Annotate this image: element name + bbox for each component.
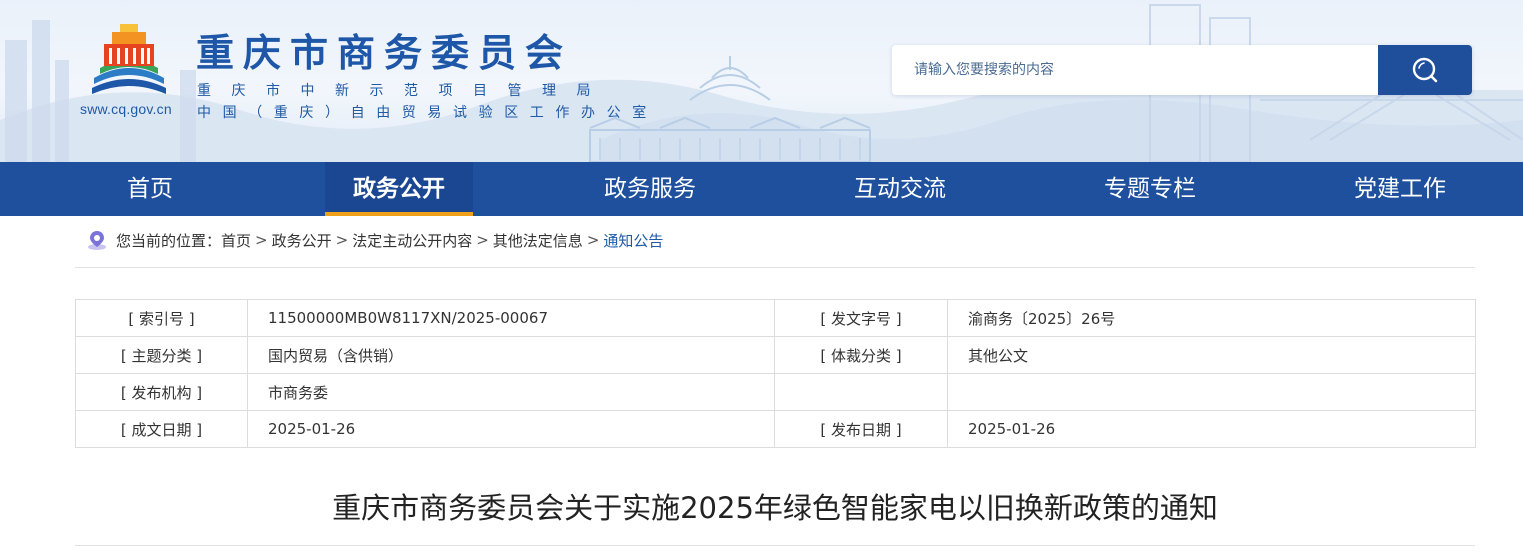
written-date-label: [ 成文日期 ] xyxy=(75,410,248,448)
nav-item-government-services[interactable]: 政务服务 xyxy=(550,162,750,216)
search-icon xyxy=(1412,57,1438,83)
breadcrumb-separator: > xyxy=(255,231,268,249)
issuing-agency-label: [ 发布机构 ] xyxy=(75,373,248,411)
nav-item-interaction[interactable]: 互动交流 xyxy=(800,162,1000,216)
breadcrumb-separator: > xyxy=(586,231,600,249)
table-row: [ 发布机构 ] 市商务委 xyxy=(75,373,1476,411)
breadcrumb-separator: > xyxy=(335,231,349,249)
site-url: sww.cq.gov.cn xyxy=(80,101,172,117)
empty-value-cell xyxy=(947,373,1476,411)
index-number-label: [ 索引号 ] xyxy=(75,299,248,337)
subject-category-label: [ 主题分类 ] xyxy=(75,336,248,374)
search-button[interactable] xyxy=(1378,45,1472,95)
breadcrumb-link-other-statutory-info[interactable]: 其他法定信息 xyxy=(493,230,583,251)
divider xyxy=(75,545,1475,546)
government-emblem-logo xyxy=(92,24,166,94)
location-pin-icon xyxy=(88,231,106,250)
search-input[interactable] xyxy=(892,45,1378,95)
breadcrumb-link-home[interactable]: 首页 xyxy=(221,230,251,251)
subject-category-value: 国内贸易（含供销） xyxy=(247,336,775,374)
site-subtitle-1: 重庆市中新示范项目管理局 xyxy=(197,83,611,99)
article-title: 重庆市商务委员会关于实施2025年绿色智能家电以旧换新政策的通知 xyxy=(332,491,1218,525)
nav-item-party-building[interactable]: 党建工作 xyxy=(1300,162,1500,216)
breadcrumb-link-government-affairs[interactable]: 政务公开 xyxy=(272,230,332,251)
breadcrumb-separator: > xyxy=(476,231,489,249)
publish-date-label: [ 发布日期 ] xyxy=(774,410,948,448)
nav-item-government-affairs-disclosure[interactable]: 政务公开 xyxy=(325,162,473,216)
genre-category-label: [ 体裁分类 ] xyxy=(774,336,948,374)
publish-date-value: 2025-01-26 xyxy=(947,410,1476,448)
search-bar xyxy=(892,45,1472,95)
breadcrumb: 您当前的位置： 首页 > 政务公开 > 法定主动公开内容 > 其他法定信息 > … xyxy=(86,227,663,253)
document-number-value: 渝商务〔2025〕26号 xyxy=(947,299,1476,337)
document-number-label: [ 发文字号 ] xyxy=(774,299,948,337)
index-number-value: 11500000MB0W8117XN/2025-00067 xyxy=(247,299,775,337)
breadcrumb-link-statutory-content[interactable]: 法定主动公开内容 xyxy=(352,230,472,251)
site-title: 重庆市商务委员会 xyxy=(196,31,573,75)
issuing-agency-value: 市商务委 xyxy=(247,373,775,411)
empty-label-cell xyxy=(774,373,948,411)
main-navigation: 首页 政务公开 政务服务 互动交流 专题专栏 党建工作 xyxy=(0,162,1523,216)
breadcrumb-link-notices[interactable]: 通知公告 xyxy=(603,230,663,251)
table-row: [ 索引号 ] 11500000MB0W8117XN/2025-00067 [ … xyxy=(75,299,1476,337)
breadcrumb-prefix: 您当前的位置： xyxy=(116,231,222,250)
document-info-table: [ 索引号 ] 11500000MB0W8117XN/2025-00067 [ … xyxy=(75,299,1476,448)
site-header: sww.cq.gov.cn 重庆市商务委员会 重庆市中新示范项目管理局 中国（重… xyxy=(0,0,1523,162)
nav-item-special-topics[interactable]: 专题专栏 xyxy=(1050,162,1250,216)
site-subtitle-2: 中国（重庆）自由贸易试验区工作办公室 xyxy=(197,105,658,121)
genre-category-value: 其他公文 xyxy=(947,336,1476,374)
table-row: [ 成文日期 ] 2025-01-26 [ 发布日期 ] 2025-01-26 xyxy=(75,410,1476,448)
written-date-value: 2025-01-26 xyxy=(247,410,775,448)
nav-item-home[interactable]: 首页 xyxy=(0,162,300,216)
table-row: [ 主题分类 ] 国内贸易（含供销） [ 体裁分类 ] 其他公文 xyxy=(75,336,1476,374)
divider xyxy=(75,267,1475,268)
